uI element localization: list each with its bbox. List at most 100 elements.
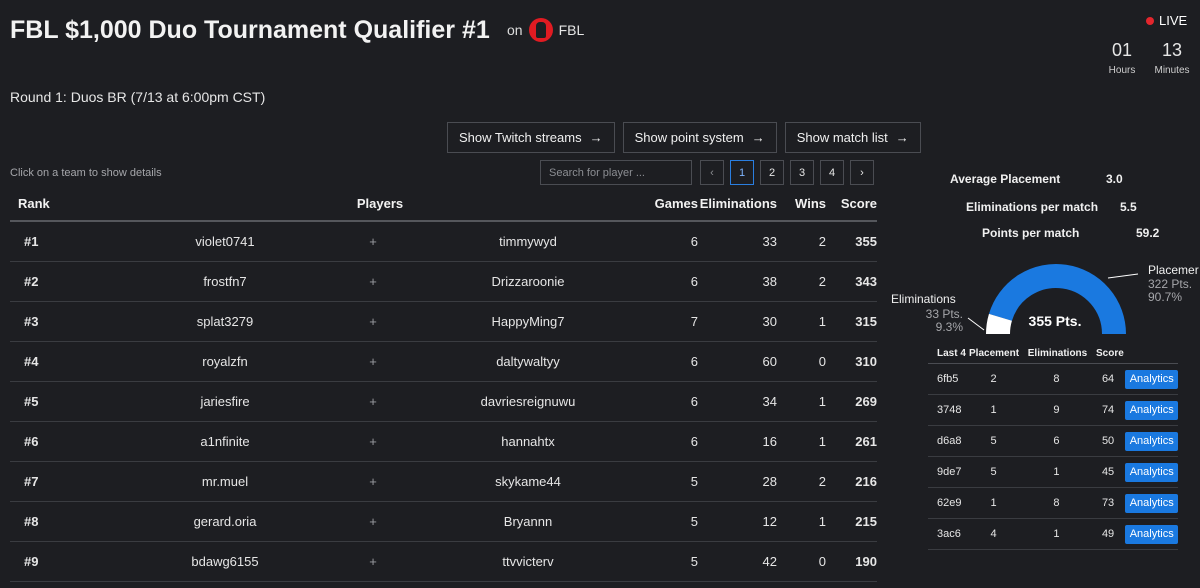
eliminations-cell: 38 bbox=[762, 274, 777, 289]
placement-cell: 5 bbox=[990, 466, 997, 478]
score-cell: 261 bbox=[855, 434, 877, 449]
arrow-right-icon: → bbox=[589, 130, 603, 145]
show-twitch-streams-button[interactable]: Show Twitch streams → bbox=[447, 122, 615, 153]
plus-icon: + bbox=[369, 554, 377, 569]
games-cell: 5 bbox=[690, 514, 698, 529]
plus-icon: + bbox=[369, 434, 377, 449]
prev-page-button[interactable]: ‹ bbox=[700, 160, 724, 185]
placement-cell: 2 bbox=[990, 373, 997, 385]
page-button-1[interactable]: 1 bbox=[730, 160, 754, 185]
gauge-placement-label: Placemer bbox=[1148, 263, 1199, 277]
score-cell: 190 bbox=[855, 554, 877, 569]
wins-cell: 2 bbox=[818, 474, 826, 489]
rank-cell: #1 bbox=[24, 234, 39, 249]
placement-cell: 5 bbox=[990, 435, 997, 447]
player-2-cell: hannahtx bbox=[501, 434, 555, 449]
analytics-button[interactable]: Analytics bbox=[1125, 462, 1179, 482]
match-id-cell: 3ac6 bbox=[937, 528, 961, 540]
match-id-cell: 6fb5 bbox=[937, 373, 959, 385]
score-cell: 343 bbox=[855, 274, 877, 289]
header-last4: Last 4 bbox=[937, 348, 966, 359]
table-row[interactable]: #5 jariesfire + davriesreignuwu 6 34 1 269 bbox=[10, 382, 877, 422]
countdown-minutes-value: 13 bbox=[1161, 40, 1183, 60]
player-search-input[interactable] bbox=[540, 160, 692, 185]
analytics-button[interactable]: Analytics bbox=[1125, 524, 1179, 544]
rank-cell: #3 bbox=[24, 314, 39, 329]
live-label: LIVE bbox=[1159, 13, 1188, 28]
hint-text: Click on a team to show details bbox=[10, 167, 162, 179]
page-button-2[interactable]: 2 bbox=[760, 160, 784, 185]
player-2-cell: ttvvicterv bbox=[502, 554, 554, 569]
placement-leader-line bbox=[1107, 273, 1139, 279]
score-cell: 216 bbox=[855, 474, 877, 489]
stat-points-per-match-value: 59.2 bbox=[1136, 226, 1160, 240]
analytics-button[interactable]: Analytics bbox=[1125, 400, 1179, 420]
eliminations-cell: 8 bbox=[1053, 373, 1060, 385]
page-button-4[interactable]: 4 bbox=[820, 160, 844, 185]
rank-cell: #4 bbox=[24, 354, 39, 369]
show-point-system-button[interactable]: Show point system → bbox=[622, 122, 777, 153]
player-2-cell: Bryannn bbox=[503, 514, 553, 529]
games-cell: 5 bbox=[690, 554, 698, 569]
plus-icon: + bbox=[369, 314, 377, 329]
elim-leader-line bbox=[967, 317, 985, 331]
games-cell: 6 bbox=[690, 234, 698, 249]
countdown-minutes-label: Minutes bbox=[1154, 65, 1190, 76]
table-row[interactable]: #4 royalzfn + daltywaltyy 6 60 0 310 bbox=[10, 342, 877, 382]
score-cell: 310 bbox=[855, 354, 877, 369]
table-row[interactable]: #7 mr.muel + skykame44 5 28 2 216 bbox=[10, 462, 877, 502]
games-cell: 7 bbox=[690, 314, 698, 329]
next-page-button[interactable]: › bbox=[850, 160, 874, 185]
player-1-cell: a1nfinite bbox=[200, 434, 250, 449]
header-rank: Rank bbox=[18, 195, 50, 211]
header-score: Score bbox=[840, 195, 877, 211]
table-row[interactable]: #6 a1nfinite + hannahtx 6 16 1 261 bbox=[10, 422, 877, 462]
header-eliminations: Eliminations bbox=[1027, 348, 1088, 359]
eliminations-cell: 60 bbox=[762, 354, 777, 369]
score-cell: 215 bbox=[855, 514, 877, 529]
wins-cell: 0 bbox=[818, 354, 826, 369]
page-button-3[interactable]: 3 bbox=[790, 160, 814, 185]
score-cell: 49 bbox=[1101, 528, 1115, 540]
countdown: 01 Hours 13 Minutes 5 Se bbox=[1100, 40, 1200, 76]
rank-cell: #8 bbox=[24, 514, 39, 529]
table-row[interactable]: #2 frostfn7 + Drizzaroonie 6 38 2 343 bbox=[10, 262, 877, 302]
organizer-link[interactable]: on FBL bbox=[507, 18, 584, 42]
eliminations-cell: 6 bbox=[1053, 435, 1060, 447]
countdown-minutes: 13 Minutes bbox=[1144, 40, 1200, 76]
wins-cell: 2 bbox=[818, 234, 826, 249]
table-row[interactable]: #9 bdawg6155 + ttvvicterv 5 42 0 190 bbox=[10, 542, 877, 582]
games-cell: 5 bbox=[690, 474, 698, 489]
countdown-hours-label: Hours bbox=[1108, 65, 1136, 76]
header-wins: Wins bbox=[795, 195, 826, 211]
page-title: FBL $1,000 Duo Tournament Qualifier #1 bbox=[10, 16, 490, 44]
score-cell: 45 bbox=[1101, 466, 1115, 478]
header-placement: Placement bbox=[969, 348, 1020, 359]
player-1-cell: violet0741 bbox=[195, 234, 255, 249]
player-1-cell: splat3279 bbox=[196, 314, 254, 329]
player-2-cell: Drizzaroonie bbox=[491, 274, 565, 289]
player-2-cell: skykame44 bbox=[495, 474, 561, 489]
analytics-button[interactable]: Analytics bbox=[1125, 369, 1179, 389]
header-games: Games bbox=[654, 195, 698, 211]
table-row[interactable]: #8 gerard.oria + Bryannn 5 12 1 215 bbox=[10, 502, 877, 542]
rank-cell: #7 bbox=[24, 474, 39, 489]
rank-cell: #5 bbox=[24, 394, 39, 409]
show-match-list-button[interactable]: Show match list → bbox=[784, 122, 921, 153]
analytics-button[interactable]: Analytics bbox=[1125, 431, 1179, 451]
player-2-cell: daltywaltyy bbox=[496, 354, 560, 369]
analytics-button[interactable]: Analytics bbox=[1125, 493, 1179, 513]
score-cell: 64 bbox=[1101, 373, 1115, 385]
arrow-right-icon: → bbox=[751, 130, 765, 145]
score-cell: 74 bbox=[1101, 404, 1115, 416]
on-label: on bbox=[507, 22, 523, 38]
match-row: 9de7 5 1 45 Analytics bbox=[928, 457, 1179, 488]
player-2-cell: timmywyd bbox=[499, 234, 557, 249]
stat-elims-per-match-label: Eliminations per match bbox=[966, 200, 1099, 214]
stat-avg-placement-label: Average Placement bbox=[950, 172, 1061, 186]
player-1-cell: mr.muel bbox=[201, 474, 249, 489]
table-row[interactable]: #3 splat3279 + HappyMing7 7 30 1 315 bbox=[10, 302, 877, 342]
table-row[interactable]: #1 violet0741 + timmywyd 6 33 2 355 bbox=[10, 222, 877, 262]
wins-cell: 1 bbox=[818, 434, 826, 449]
eliminations-cell: 9 bbox=[1053, 404, 1060, 416]
